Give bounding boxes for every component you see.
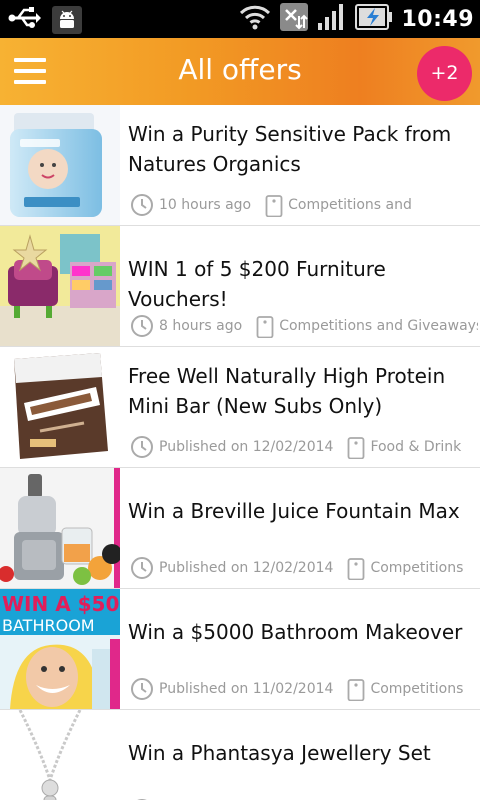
offer-category: Competitions and	[288, 197, 412, 213]
offer-list-item[interactable]: Win a Breville Juice Fountain Max Publis…	[0, 468, 480, 589]
offer-time: Published on 12/02/2014	[159, 560, 334, 576]
category-tag-icon	[348, 558, 365, 580]
category-tag-icon	[265, 195, 283, 217]
offer-title: Win a Breville Juice Fountain Max	[128, 499, 460, 523]
new-offers-badge-button[interactable]: +2	[417, 46, 472, 101]
clock-icon	[131, 557, 153, 579]
offer-title: Win a Purity Sensitive Pack from Natures…	[128, 122, 452, 176]
offer-list-item[interactable]: Free Well Naturally High Protein Mini Ba…	[0, 347, 480, 468]
juicer-image	[0, 468, 120, 588]
offer-list-item[interactable]: Win a Purity Sensitive Pack from Natures…	[0, 105, 480, 226]
offer-title: Free Well Naturally High Protein Mini Ba…	[128, 364, 446, 418]
clock-time: 10:49	[401, 6, 474, 32]
category-tag-icon	[256, 316, 274, 338]
offer-time: Published on 11/02/2014	[159, 681, 334, 697]
android-icon	[52, 6, 82, 34]
promo-text-line2: BATHROOM	[2, 616, 95, 635]
category-tag-icon	[348, 437, 365, 459]
wifi-icon	[239, 4, 271, 34]
category-tag-icon	[348, 679, 365, 701]
purity-sensitive-pack-image	[0, 105, 120, 225]
status-bar: 10:49	[0, 0, 480, 38]
offer-list-item[interactable]: Win a Phantasya Jewellery Set	[0, 710, 480, 800]
usb-icon	[8, 4, 42, 36]
offer-title: Win a Phantasya Jewellery Set	[128, 741, 431, 765]
furniture-image	[0, 226, 120, 346]
jewellery-image	[0, 710, 120, 800]
offer-category: Competitions and Giveaways	[279, 318, 478, 334]
offer-list-item[interactable]: WIN A $5000 BATHROOM Win a $5000 Bathroo…	[0, 589, 480, 710]
app-bar: All offers +2	[0, 38, 480, 105]
offer-category: Competitions	[370, 560, 464, 576]
offer-list-item[interactable]: WIN 1 of 5 $200 Furniture Vouchers! 8 ho…	[0, 226, 480, 347]
signal-icon	[317, 3, 347, 35]
page-title: All offers	[178, 53, 302, 86]
data-sync-icon	[279, 2, 309, 36]
offer-meta: Published on 12/02/2014 Food & Drink	[130, 435, 478, 459]
clock-icon	[131, 315, 153, 337]
offer-title: WIN 1 of 5 $200 Furniture Vouchers!	[128, 257, 386, 311]
bathroom-makeover-magazine-image: WIN A $5000 BATHROOM	[0, 589, 120, 709]
offer-list: Win a Purity Sensitive Pack from Natures…	[0, 105, 480, 800]
clock-icon	[131, 436, 153, 458]
clock-icon	[131, 678, 153, 700]
offer-meta: Published on 11/02/2014 Competitions	[130, 677, 478, 701]
offer-category: Competitions	[370, 681, 464, 697]
offer-meta: 8 hours ago Competitions and Giveaways	[130, 314, 478, 338]
offer-meta: 10 hours ago Competitions and	[130, 193, 478, 217]
offer-time: 10 hours ago	[159, 197, 252, 213]
offer-time: Published on 12/02/2014	[159, 439, 334, 455]
offer-title: Win a $5000 Bathroom Makeover	[128, 620, 463, 644]
offer-time: 8 hours ago	[159, 318, 243, 334]
offer-category: Food & Drink	[370, 439, 462, 455]
clock-icon	[131, 194, 153, 216]
protein-bar-box-image	[0, 347, 120, 467]
offer-meta: Published on 12/02/2014 Competitions	[130, 556, 478, 580]
battery-charging-icon	[355, 2, 393, 36]
promo-text-line1: WIN A $5000	[2, 592, 120, 616]
